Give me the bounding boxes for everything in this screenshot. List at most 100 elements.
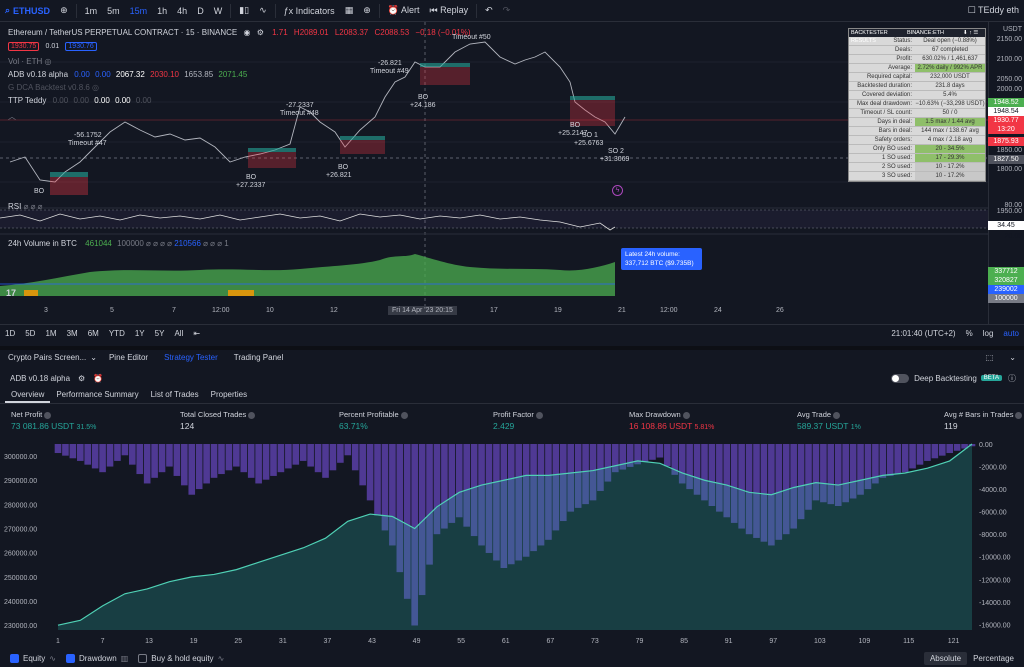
- line-chart-icon[interactable]: ∿: [254, 5, 272, 16]
- collapse-panel-icon[interactable]: ⌄: [1001, 353, 1024, 362]
- x-tick: 19: [190, 638, 198, 645]
- equity-chart[interactable]: 300000.00 290000.00 280000.00 270000.00 2600…: [0, 440, 1024, 648]
- replay-button[interactable]: ⏮ Replay: [424, 5, 473, 16]
- auto-toggle[interactable]: auto: [998, 329, 1024, 338]
- metric-value: 73 081.86 USDT: [11, 421, 75, 431]
- time-axis[interactable]: 3 5 7 12:00 10 12 Fri 14 Apr '23 20:15 1…: [0, 306, 988, 321]
- tab-list-of-trades[interactable]: List of Trades: [145, 388, 205, 403]
- table-row: Profit: 630.02% / 1,461,637 USDT: [849, 55, 985, 71]
- indicator-ttp-legend[interactable]: TTP Teddy 0.00 0.00 0.00 0.00 0.00: [8, 96, 151, 105]
- buyhold-checkbox[interactable]: [138, 654, 148, 663]
- volume-value: 100000: [117, 239, 144, 248]
- layouts-icon[interactable]: ▦: [340, 5, 359, 16]
- range-3m[interactable]: 3M: [62, 329, 83, 338]
- absolute-toggle[interactable]: Absolute: [923, 652, 968, 665]
- annotation-label: -26.821: [378, 60, 402, 67]
- info-icon[interactable]: [682, 411, 690, 419]
- range-5d[interactable]: 5D: [20, 329, 40, 338]
- range-5y[interactable]: 5Y: [150, 329, 170, 338]
- rsi-legend[interactable]: RSI ⌀ ⌀ ⌀: [8, 202, 42, 211]
- line-style-icon[interactable]: ∿: [218, 654, 225, 663]
- currency-label[interactable]: USDT: [1003, 26, 1022, 33]
- divider: [75, 3, 77, 18]
- strategy-settings-icon[interactable]: ⚙: [78, 374, 85, 383]
- x-tick: 115: [903, 638, 914, 645]
- annotation-label: SO 1: [582, 132, 598, 139]
- ohlc-close: C2088.53: [374, 28, 410, 37]
- equity-chart-svg[interactable]: 300000.00 290000.00 280000.00 270000.00 2600…: [0, 440, 1024, 648]
- clock[interactable]: 21:01:40 (UTC+2): [886, 329, 960, 338]
- range-1y[interactable]: 1Y: [130, 329, 150, 338]
- maximize-panel-icon[interactable]: ⬚: [978, 353, 1002, 362]
- table-row: Covered deviation: 5.4%: [849, 91, 985, 100]
- price-axis[interactable]: USDT 2150.00 2100.00 2050.00 2000.00 194…: [988, 22, 1024, 324]
- tab-pine-editor[interactable]: Pine Editor: [101, 353, 156, 362]
- tab-trading-panel[interactable]: Trading Panel: [226, 353, 292, 362]
- layout-selector[interactable]: ☐ TEddy eth: [963, 5, 1024, 16]
- redo-icon[interactable]: ↷: [498, 5, 516, 16]
- equity-checkbox[interactable]: [10, 654, 19, 663]
- info-icon[interactable]: [535, 411, 543, 419]
- add-symbol-icon[interactable]: ⊕: [55, 5, 73, 16]
- symbol-selector[interactable]: ⌕ ETHUSD: [0, 5, 55, 16]
- info-icon[interactable]: [400, 411, 408, 419]
- indicator-value: 0.00: [94, 96, 110, 105]
- info-icon[interactable]: [44, 411, 52, 419]
- sell-button[interactable]: 1930.75: [8, 42, 40, 51]
- info-icon[interactable]: [1015, 411, 1023, 419]
- templates-icon[interactable]: ⊕: [358, 5, 376, 16]
- tab-properties[interactable]: Properties: [205, 388, 253, 403]
- indicator-gdca-legend[interactable]: G DCA Backtest v0.8.6 ◎: [8, 83, 99, 92]
- log-toggle[interactable]: log: [978, 329, 999, 338]
- btc-volume-legend[interactable]: 24h Volume in BTC 461044 100000 ⌀ ⌀ ⌀ ⌀ …: [8, 239, 229, 248]
- interval-w[interactable]: W: [209, 6, 228, 16]
- interval-5m[interactable]: 5m: [102, 6, 125, 16]
- line-style-icon[interactable]: ∿: [49, 654, 56, 663]
- alert-button[interactable]: ⏰ Alert: [383, 5, 425, 16]
- percentage-toggle[interactable]: Percentage: [967, 652, 1020, 665]
- range-ytd[interactable]: YTD: [104, 329, 130, 338]
- table-header-controls: ⬇ ↑ ☰: [963, 30, 979, 36]
- undo-icon[interactable]: ↶: [480, 5, 498, 16]
- strategy-alert-icon[interactable]: ⏰: [93, 374, 103, 383]
- tab-overview[interactable]: Overview: [5, 388, 51, 403]
- drawdown-checkbox[interactable]: [65, 654, 75, 663]
- eye-off-icon[interactable]: ◎: [44, 57, 51, 66]
- range-1d[interactable]: 1D: [0, 329, 20, 338]
- range-1m[interactable]: 1M: [40, 329, 61, 338]
- range-6m[interactable]: 6M: [83, 329, 104, 338]
- drawdown-bar: [262, 444, 270, 480]
- indicators-button[interactable]: ƒx Indicators: [279, 6, 340, 16]
- interval-15m[interactable]: 15m: [125, 6, 153, 16]
- tab-performance-summary[interactable]: Performance Summary: [50, 388, 144, 403]
- interval-d[interactable]: D: [192, 6, 209, 16]
- interval-1m[interactable]: 1m: [80, 6, 103, 16]
- deep-backtesting-toggle[interactable]: [891, 373, 910, 383]
- settings-icon[interactable]: ⚙: [257, 28, 264, 37]
- annotation-label: BO: [246, 174, 257, 181]
- chevron-down-icon[interactable]: ⌄: [90, 353, 97, 362]
- main-chart-pane[interactable]: Ethereum / TetherUS PERPETUAL CONTRACT ·…: [0, 22, 988, 324]
- goto-date-icon[interactable]: ⇤: [188, 329, 205, 338]
- tab-strategy-tester[interactable]: Strategy Tester: [156, 353, 226, 362]
- tab-crypto-screener[interactable]: Crypto Pairs Screen...: [0, 353, 94, 362]
- range-all[interactable]: All: [169, 329, 188, 338]
- indicator-adb-legend[interactable]: ADB v0.18 alpha 0.00 0.00 2067.32 2030.1…: [8, 70, 247, 79]
- candles-icon[interactable]: ▮▯: [234, 5, 254, 16]
- interval-4h[interactable]: 4h: [172, 6, 192, 16]
- collapse-legend-icon[interactable]: ︿: [8, 111, 16, 122]
- x-tick: 73: [591, 638, 599, 645]
- info-icon[interactable]: [248, 411, 256, 419]
- table-row: Status: Deal open (−0.88%): [849, 37, 985, 46]
- info-icon[interactable]: [833, 411, 841, 419]
- eye-off-icon[interactable]: ◎: [92, 83, 99, 92]
- interval-1h[interactable]: 1h: [152, 6, 172, 16]
- percent-toggle[interactable]: %: [961, 329, 978, 338]
- eye-icon[interactable]: ◉: [243, 28, 250, 37]
- lightning-icon[interactable]: ϟ: [612, 185, 623, 196]
- buy-button[interactable]: 1930.76: [65, 42, 97, 51]
- bar-style-icon[interactable]: ▥: [121, 654, 129, 663]
- info-icon[interactable]: ⓘ: [1008, 373, 1016, 384]
- price-chart-svg[interactable]: [0, 22, 988, 307]
- annotation-label: BO: [34, 188, 45, 195]
